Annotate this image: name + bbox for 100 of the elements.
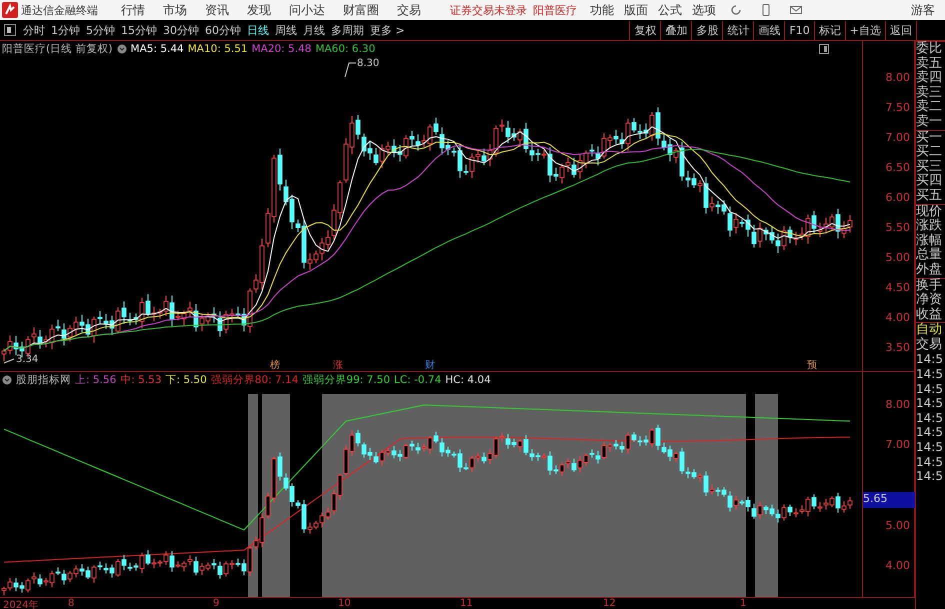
quote-label: 总量 (916, 248, 943, 262)
signal-marker: 财 (425, 358, 435, 372)
period-tab[interactable]: 月线 (300, 22, 328, 38)
quote-label: 现价 (916, 204, 945, 220)
toolbar-button[interactable]: 统计 (722, 20, 754, 40)
stock-name: 阳普医疗 (533, 2, 577, 18)
axis-label: 5.00 (886, 251, 910, 264)
date-label: 12 (603, 598, 616, 609)
menu-item[interactable]: 发现 (238, 2, 280, 18)
quote-label: 卖二 (916, 100, 943, 114)
menu-item[interactable]: 版面 (619, 2, 653, 18)
high-price-label: 8.30 (357, 58, 380, 69)
toolbar-button[interactable]: 叠加 (660, 20, 692, 40)
menu-item[interactable]: 财富圈 (334, 2, 388, 18)
quote-label: 买三 (916, 160, 943, 174)
ma-value: MA10: 5.51 (188, 43, 248, 55)
indicator-value: 强弱分界80: 7.14 (210, 373, 298, 387)
axis-label: 5.00 (886, 519, 910, 532)
quote-label: 涨幅 (916, 234, 943, 248)
trade-time: 14:5 (916, 425, 944, 440)
date-label: 1 (740, 598, 746, 609)
toolbar-button[interactable]: 标记 (814, 20, 845, 40)
menu-item[interactable]: 市场 (154, 2, 196, 18)
menu-item[interactable]: 交易 (388, 2, 430, 18)
trade-time: 14:5 (916, 382, 944, 396)
toolbar-button[interactable]: 返回 (885, 20, 916, 40)
toolbar-button[interactable]: F10 (784, 20, 814, 40)
price-tag: 5.65 (863, 492, 915, 508)
quote-label: 委比 (916, 41, 945, 57)
trade-time: 14:5 (916, 410, 944, 426)
indicator-value: 强弱分界99: 7.50 (302, 373, 390, 387)
toolbar-button[interactable]: +自选 (844, 20, 885, 40)
trade-time: 14:5 (916, 352, 944, 368)
app-title: 通达信金融终端 (21, 2, 98, 18)
menu-item[interactable]: 选项 (687, 2, 721, 18)
period-tab[interactable]: 30分钟 (160, 22, 202, 38)
period-tab[interactable]: 60分钟 (202, 22, 244, 38)
chart-title: 阳普医疗(日线 前复权) (2, 42, 113, 56)
user-label[interactable]: 游客 (911, 2, 935, 18)
period-tab[interactable]: 1分钟 (48, 22, 83, 38)
date-label: 2024年 (3, 599, 38, 609)
axis-label: 6.00 (886, 191, 910, 204)
menu-item[interactable]: 公式 (653, 2, 687, 18)
menu-item[interactable]: 行情 (112, 2, 154, 18)
more-button[interactable]: 更多 > (367, 22, 408, 38)
quote-label: 净资 (916, 293, 943, 308)
quote-label: 收益 (916, 308, 943, 322)
trade-time: 14:5 (916, 396, 944, 411)
quote-label: 买五 (916, 188, 943, 204)
axis-label: 3.50 (886, 341, 910, 354)
date-label: 8 (68, 598, 74, 609)
quote-label: 卖一 (916, 114, 943, 130)
login-status[interactable]: 证券交易未登录 (450, 2, 527, 18)
quote-label: 买二 (916, 145, 943, 160)
trade-mode-label[interactable]: 自动 (916, 322, 945, 338)
signal-marker: 涨 (333, 358, 343, 372)
period-tab[interactable]: 多周期 (328, 22, 367, 38)
quote-label: 卖四 (916, 71, 943, 86)
quote-label: 涨跌 (916, 219, 943, 234)
axis-label: 7.00 (886, 131, 910, 144)
toolbar-button[interactable]: 复权 (629, 20, 660, 40)
axis-label: 8.00 (886, 71, 910, 84)
quote-label: 卖三 (916, 86, 943, 100)
ma-value: MA20: 5.48 (252, 43, 312, 55)
date-label: 10 (338, 598, 351, 609)
menu-item[interactable]: 问小达 (280, 2, 334, 18)
quote-label: 卖五 (916, 56, 943, 71)
date-label: 9 (213, 598, 220, 609)
period-tab[interactable]: 周线 (272, 22, 300, 38)
ma-value: MA60: 6.30 (315, 43, 376, 55)
signal-marker: 预 (807, 359, 817, 372)
period-tab[interactable]: 分时 (20, 22, 48, 38)
low-price-label: 3.34 (16, 354, 38, 365)
period-tab[interactable]: 5分钟 (83, 22, 118, 38)
trade-title: 交易 (916, 338, 943, 352)
period-tab[interactable]: 日线 (244, 22, 272, 38)
indicator-value: 中: 5.53 (120, 373, 162, 387)
menu-item[interactable]: 资讯 (196, 2, 238, 18)
period-tab[interactable]: 15分钟 (118, 22, 160, 38)
indicator-value: HC: 4.04 (445, 374, 491, 386)
quote-label: 换手 (916, 278, 945, 294)
axis-label: 8.00 (886, 398, 910, 411)
trade-time: 14:5 (916, 440, 944, 455)
date-label: 11 (460, 598, 473, 609)
ma-value: MA5: 5.44 (130, 43, 184, 55)
trade-time: 14:5 (916, 367, 944, 382)
menu-item[interactable]: 功能 (585, 2, 619, 18)
axis-label: 7.50 (886, 101, 910, 114)
axis-label: 4.00 (886, 311, 910, 324)
toolbar-button[interactable]: 多股 (691, 20, 722, 40)
axis-label: 5.50 (886, 221, 910, 234)
quote-label: 买四 (916, 174, 943, 188)
axis-label: 4.00 (886, 559, 910, 572)
quote-label: 买一 (916, 130, 945, 146)
indicator-title: 股朋指标网 (16, 373, 71, 387)
toolbar-button[interactable]: 画线 (753, 20, 784, 40)
indicator-value: 上: 5.56 (75, 373, 116, 387)
trade-time: 14:5 (916, 469, 944, 484)
axis-label: 7.00 (886, 438, 910, 451)
signal-marker: 榜 (270, 358, 280, 372)
